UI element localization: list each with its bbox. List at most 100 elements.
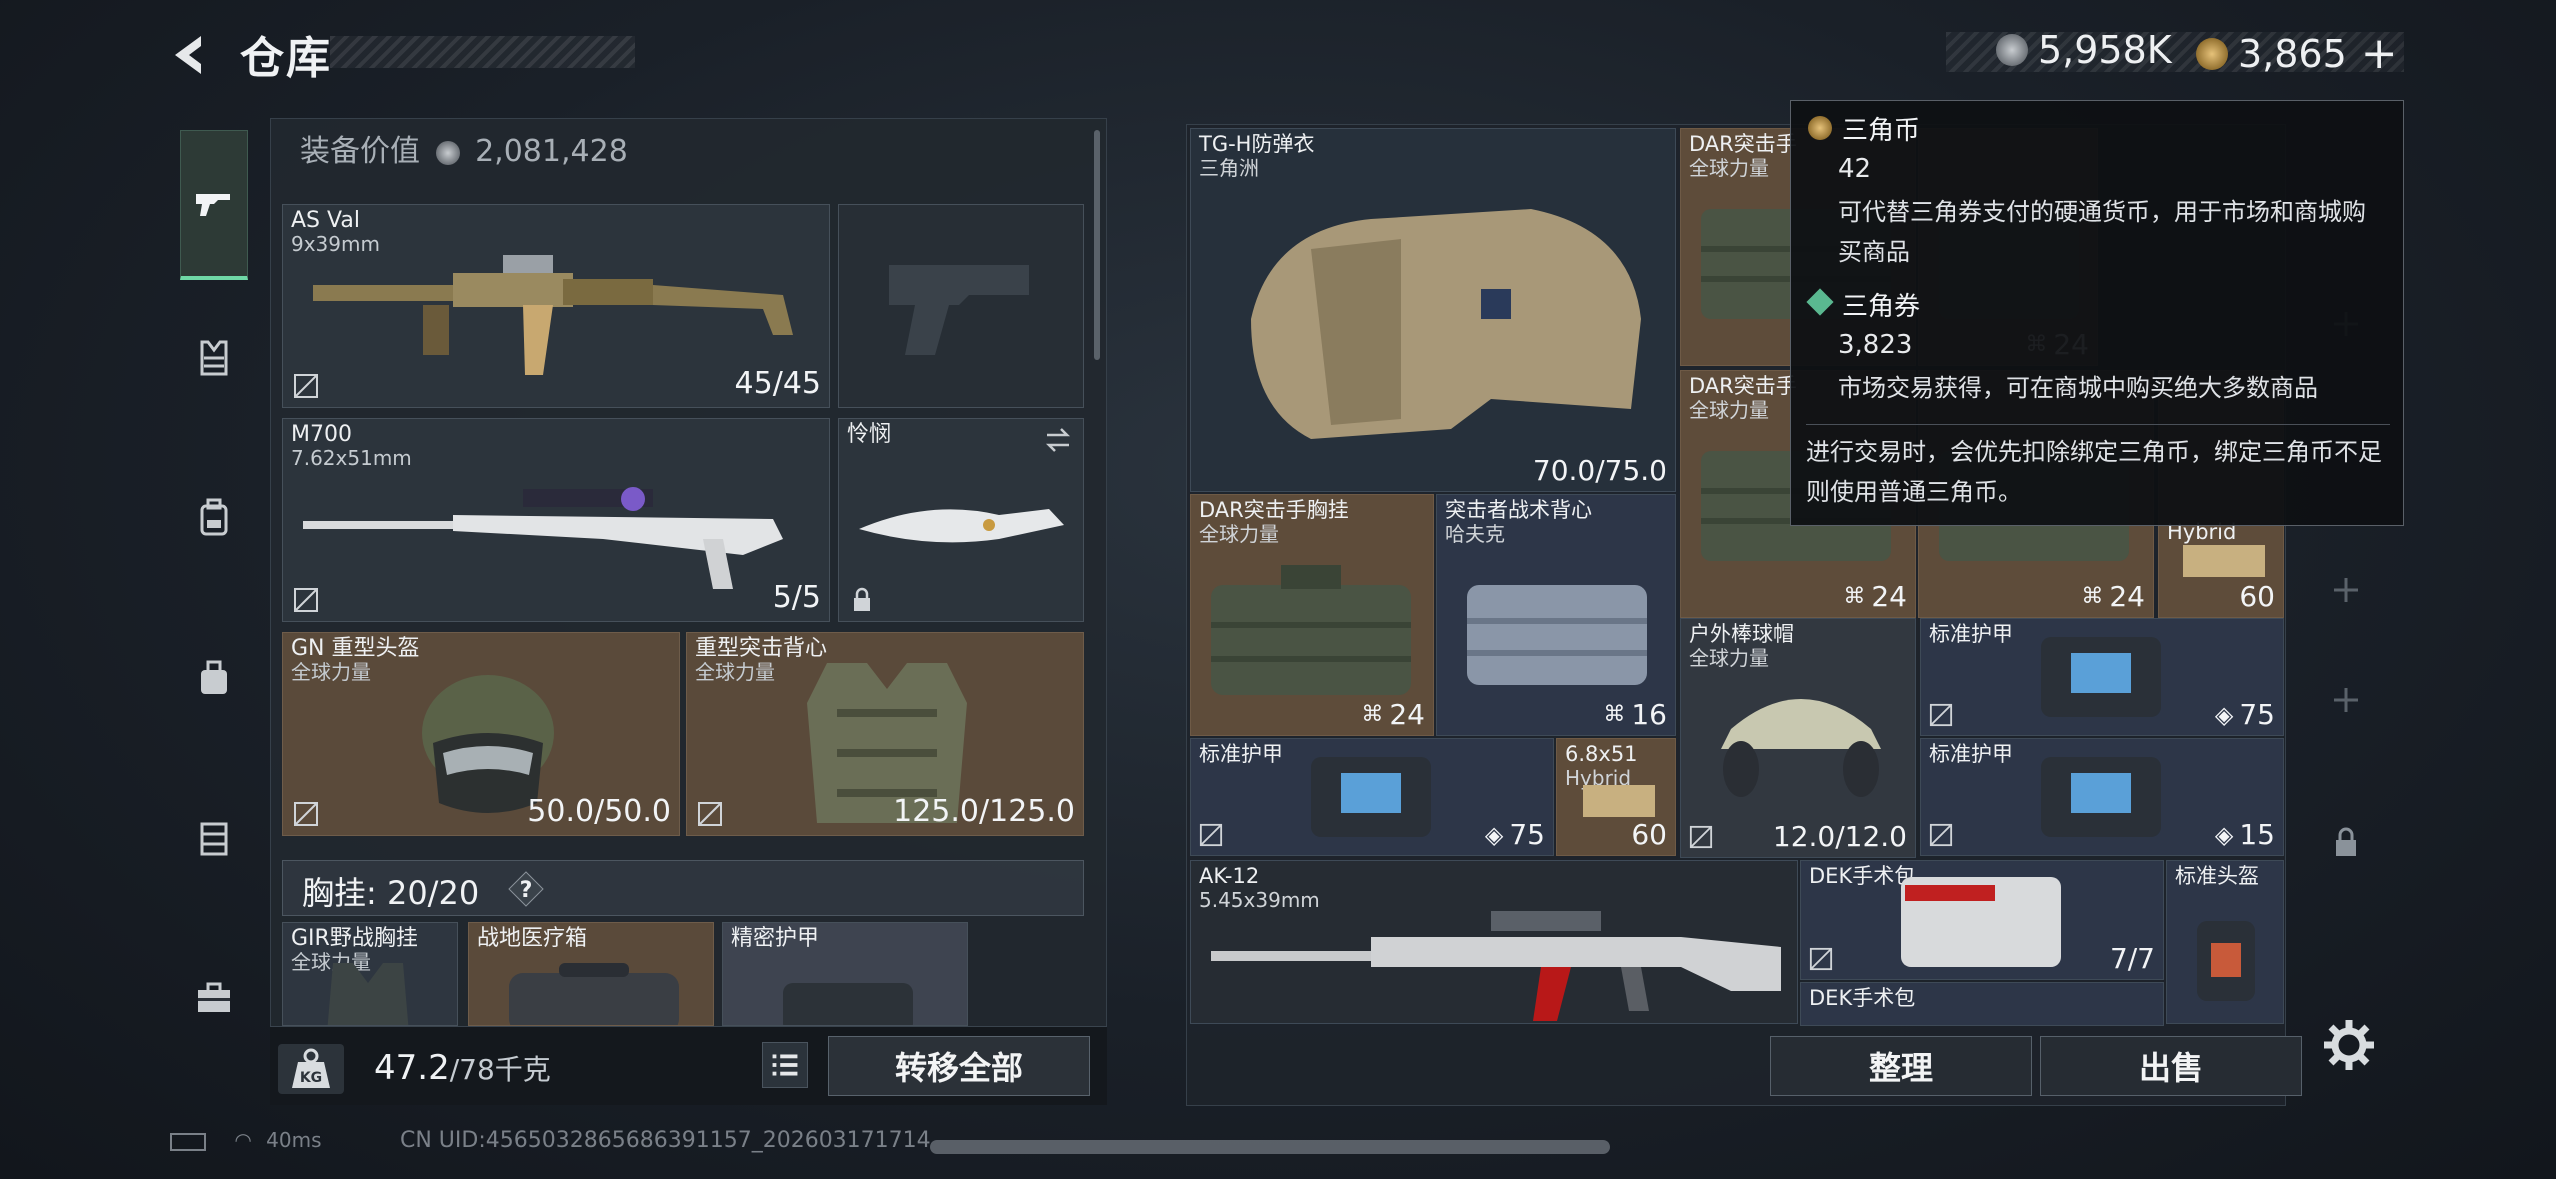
slot-armor[interactable]: 重型突击背心 全球力量 125.0/125.0: [686, 632, 1084, 836]
chest-rig-icon: [200, 340, 228, 376]
item-name: DAR突击手: [1689, 132, 1797, 156]
nav-backpack[interactable]: [180, 478, 248, 558]
transfer-all-button[interactable]: 转移全部: [828, 1036, 1090, 1096]
currency-havoc[interactable]: 5,958K: [1996, 28, 2172, 72]
chest-rig-item-icon: [327, 963, 409, 1025]
slot-helmet[interactable]: GN 重型头盔 全球力量 50.0/50.0: [282, 632, 680, 836]
kg-weight-icon: KG: [278, 1044, 344, 1094]
shield-icon: ◈: [2214, 820, 2234, 849]
item-name: 怜悯: [847, 422, 892, 447]
tgh-armor-icon: [1251, 209, 1641, 439]
list-view-button[interactable]: [762, 1042, 808, 1088]
item-brand: 全球力量: [291, 660, 371, 684]
nav-weapons[interactable]: [180, 130, 248, 280]
svg-text:KG: KG: [300, 1070, 322, 1086]
storage-item-std-helmet[interactable]: 标准头盔: [2166, 860, 2284, 1024]
no-insure-icon: [294, 802, 318, 826]
chest-item[interactable]: 战地医疗箱: [468, 922, 714, 1026]
item-count: 60: [2239, 580, 2275, 613]
swap-icon[interactable]: [1043, 425, 1073, 455]
item-name: 突击者战术背心: [1445, 498, 1592, 522]
item-name: DAR突击手胸挂: [1199, 498, 1349, 522]
chest-rig-small-icon: ⌘: [1843, 584, 1866, 609]
chest-item[interactable]: GIR野战胸挂 全球力量: [282, 922, 458, 1026]
ak12-rifle-icon: [1211, 911, 1781, 1021]
slot-primary-weapon[interactable]: AS Val 9x39mm 45/45: [282, 204, 830, 408]
item-brand: 全球力量: [695, 660, 775, 684]
add-tab-icon[interactable]: [2326, 680, 2366, 720]
chest-rig-small-icon: ⌘: [2081, 584, 2104, 609]
slot-secondary-weapon[interactable]: M700 7.62x51mm 5/5: [282, 418, 830, 622]
ammo-box-icon: [2183, 545, 2265, 577]
currency2-value: 3,865: [2238, 31, 2347, 76]
pistol-placeholder-icon: [889, 265, 1029, 355]
pouch-icon: [201, 660, 227, 694]
storage-item-dek-kit[interactable]: DEK手术包 7/7: [1800, 860, 2164, 980]
weight-max: /78千克: [449, 1053, 551, 1086]
item-name: 标准头盔: [2175, 864, 2259, 888]
slot-pistol-empty[interactable]: [838, 204, 1084, 408]
no-insure-icon: [698, 802, 722, 826]
list-icon: [772, 1054, 798, 1076]
item-ammo: 5/5: [772, 580, 821, 615]
chest-item[interactable]: 精密护甲: [722, 922, 968, 1026]
item-armor-class: ◈ 15: [2214, 818, 2275, 851]
tooltip-ticket-desc: 市场交易获得，可在商城中购买绝大多数商品: [1838, 374, 2318, 402]
item-name: 战地医疗箱: [477, 926, 588, 951]
item-brand: 哈夫克: [1445, 522, 1505, 546]
item-brand: 全球力量: [1689, 398, 1769, 422]
nav-pouch[interactable]: [180, 638, 248, 718]
item-count: 60: [1631, 818, 1667, 851]
storage-item-dek-kit[interactable]: DEK手术包: [1800, 982, 2164, 1026]
item-armor-class: ◈ 75: [1484, 818, 1545, 851]
back-arrow-icon[interactable]: [165, 30, 215, 80]
storage-item-std-armor[interactable]: 标准护甲 ◈ 75: [1190, 738, 1554, 856]
toolbox-icon: [198, 982, 230, 1012]
item-capacity: ⌘24: [1361, 698, 1425, 731]
storage-item-raider-vest[interactable]: 突击者战术背心 哈夫克 ⌘ 16: [1436, 494, 1676, 736]
tooltip-ticket-value: 3,823: [1838, 330, 1913, 360]
dar-chest-rig-icon: [1211, 565, 1411, 695]
case-icon: [200, 822, 228, 856]
help-icon[interactable]: ?: [507, 870, 545, 908]
storage-item-tgh-armor[interactable]: TG-H防弹衣 三角洲 70.0/75.0: [1190, 128, 1676, 492]
item-name: 标准护甲: [1929, 742, 2013, 766]
havoc-coin-icon: [435, 140, 460, 165]
item-name: 标准护甲: [1929, 622, 2013, 646]
triangle-coin-icon: [1808, 116, 1832, 140]
medkit-icon: [509, 963, 679, 1025]
item-brand: 全球力量: [1199, 522, 1279, 546]
nav-chest-rig[interactable]: [180, 318, 248, 398]
tooltip-ticket-title: 三角券: [1842, 292, 1921, 322]
no-insure-icon: [294, 588, 318, 612]
no-insure-icon: [1929, 823, 1953, 847]
sell-button[interactable]: 出售: [2040, 1036, 2302, 1096]
lock-icon: [2336, 827, 2356, 856]
item-brand: 全球力量: [1689, 156, 1769, 180]
storage-item-std-armor[interactable]: 标准护甲 ◈ 15: [1920, 738, 2284, 856]
currency-triangle[interactable]: 3,865 +: [2196, 28, 2398, 79]
storage-item-std-armor[interactable]: 标准护甲 ◈ 75: [1920, 618, 2284, 736]
item-durability: 70.0/75.0: [1532, 454, 1667, 487]
item-armor-class: ◈ 75: [2214, 698, 2275, 731]
nav-case[interactable]: [180, 798, 248, 878]
carry-weight: 47.2/78千克: [374, 1048, 551, 1088]
nav-toolbox[interactable]: [180, 958, 248, 1038]
slot-melee[interactable]: 怜悯: [838, 418, 1084, 622]
gear-icon[interactable]: [2320, 1016, 2378, 1074]
equip-value-amount: 2,081,428: [475, 134, 628, 169]
currency1-value: 5,958K: [2038, 28, 2172, 72]
storage-item-cap[interactable]: 户外棒球帽 全球力量 12.0/12.0: [1680, 618, 1916, 858]
havoc-coin-icon: [1996, 34, 2028, 66]
storage-item-ak12[interactable]: AK-12 5.45x39mm: [1190, 860, 1798, 1024]
sort-button[interactable]: 整理: [1770, 1036, 2032, 1096]
equipment-scrollbar[interactable]: [1094, 130, 1100, 360]
storage-item-ammo[interactable]: 6.8x51 Hybrid 60: [1556, 738, 1676, 856]
armor-plate-icon: [783, 983, 913, 1025]
add-tab-icon[interactable]: [2326, 570, 2366, 610]
raider-vest-icon: [1467, 585, 1647, 685]
add-currency-button[interactable]: +: [2361, 28, 2398, 79]
storage-item-dar[interactable]: DAR突击手胸挂 全球力量 ⌘ 24: [1190, 494, 1434, 736]
shield-icon: ◈: [2214, 700, 2234, 729]
home-indicator[interactable]: [930, 1140, 1610, 1154]
